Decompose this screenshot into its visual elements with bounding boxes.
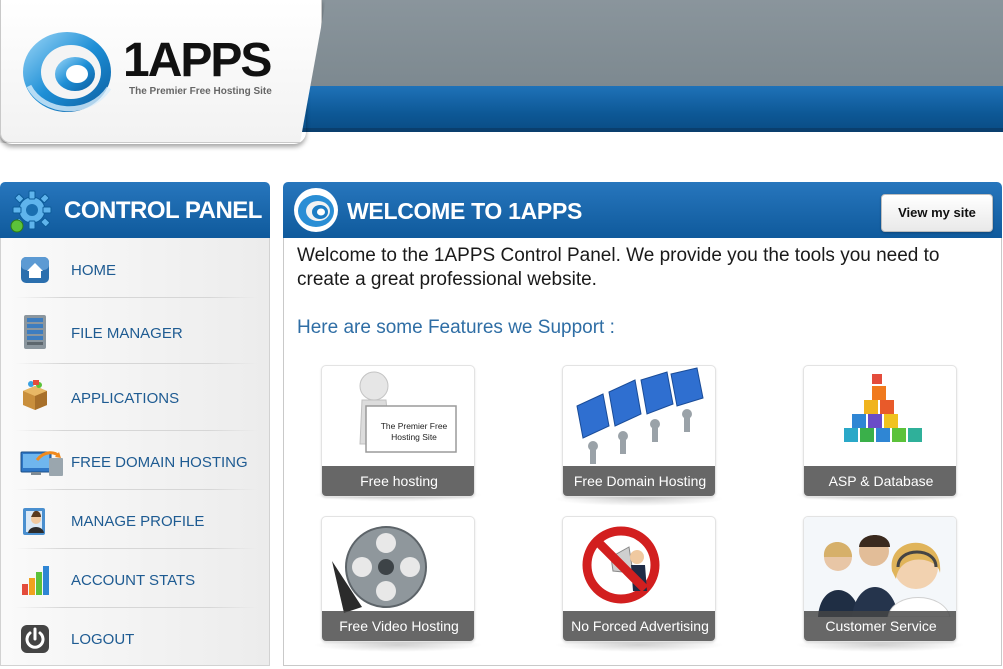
- cubes-icon: [844, 374, 922, 442]
- sidebar-item-label: HOME: [71, 262, 116, 279]
- bar-chart-icon: [22, 566, 49, 595]
- no-ads-icon: [582, 526, 660, 604]
- server-icon: [24, 315, 46, 349]
- sidebar-item-label: ACCOUNT STATS: [71, 572, 196, 589]
- home-icon: [21, 257, 49, 283]
- power-icon: [21, 625, 49, 653]
- welcome-body: Welcome to the 1APPS Control Panel. We p…: [283, 238, 1002, 666]
- sidebar-item-free-domain-hosting[interactable]: FREE DOMAIN HOSTING: [1, 432, 269, 490]
- computer-icon: [20, 451, 63, 476]
- sidebar-item-applications[interactable]: APPLICATIONS: [1, 365, 269, 431]
- feature-card-asp-database[interactable]: ASP & Database: [803, 365, 957, 497]
- sidebar-item-label: APPLICATIONS: [71, 390, 180, 407]
- feature-caption: Free Domain Hosting: [563, 466, 715, 496]
- sidebar-item-account-stats[interactable]: ACCOUNT STATS: [1, 550, 269, 608]
- sign-text: The Premier Free Hosting Site: [380, 421, 448, 442]
- feature-caption: Free hosting: [322, 466, 474, 496]
- sidebar-nav: HOME FILE MANAGER APPLICATIONS FREE DOMA…: [0, 238, 270, 666]
- feature-caption: No Forced Advertising: [563, 611, 715, 641]
- feature-card-free-domain-hosting[interactable]: Free Domain Hosting: [562, 365, 716, 497]
- welcome-intro: Welcome to the 1APPS Control Panel. We p…: [297, 245, 940, 290]
- logo-swirl-icon: [294, 188, 338, 232]
- sidebar-item-label: FILE MANAGER: [71, 325, 183, 342]
- sidebar-item-label: FREE DOMAIN HOSTING: [71, 454, 248, 471]
- logo-swirl-icon: [23, 32, 112, 112]
- sidebar-item-manage-profile[interactable]: MANAGE PROFILE: [1, 491, 269, 549]
- hosting-sign-icon: [359, 371, 457, 453]
- header-blue-band: [300, 86, 1003, 132]
- header-gray-band: [300, 0, 1003, 86]
- logo-tagline: The Premier Free Hosting Site: [129, 86, 272, 97]
- film-reel-icon: [332, 526, 427, 613]
- feature-card-free-video-hosting[interactable]: Free Video Hosting: [321, 516, 475, 642]
- site-header: 1APPS The Premier Free Hosting Site: [0, 0, 1003, 146]
- feature-caption: Free Video Hosting: [322, 611, 474, 641]
- control-panel-header: CONTROL PANEL: [0, 182, 270, 238]
- sidebar-item-logout[interactable]: LOGOUT: [1, 609, 269, 667]
- feature-card-free-hosting[interactable]: The Premier Free Hosting Site Free hosti…: [321, 365, 475, 497]
- view-my-site-button[interactable]: View my site: [881, 194, 993, 232]
- sidebar-item-home[interactable]: HOME: [1, 240, 269, 298]
- sidebar-item-label: MANAGE PROFILE: [71, 513, 205, 530]
- support-agents-icon: [804, 517, 956, 617]
- www-icon: [576, 367, 704, 464]
- welcome-header: WELCOME TO 1APPS View my site: [283, 182, 1002, 238]
- box-icon: [23, 380, 47, 410]
- feature-caption: ASP & Database: [804, 466, 956, 496]
- feature-caption: Customer Service: [804, 611, 956, 641]
- features-heading: Here are some Features we Support :: [297, 317, 615, 338]
- profile-icon: [23, 508, 45, 535]
- logo-text: 1APPS: [123, 34, 272, 87]
- control-panel-title: CONTROL PANEL: [64, 197, 262, 224]
- feature-card-no-forced-advertising[interactable]: No Forced Advertising: [562, 516, 716, 642]
- welcome-title: WELCOME TO 1APPS: [347, 198, 583, 224]
- feature-card-customer-service[interactable]: Customer Service: [803, 516, 957, 642]
- sidebar-item-label: LOGOUT: [71, 631, 135, 648]
- logo-card[interactable]: 1APPS The Premier Free Hosting Site: [0, 0, 322, 143]
- gear-icon: [10, 190, 52, 233]
- sidebar-item-file-manager[interactable]: FILE MANAGER: [1, 300, 269, 364]
